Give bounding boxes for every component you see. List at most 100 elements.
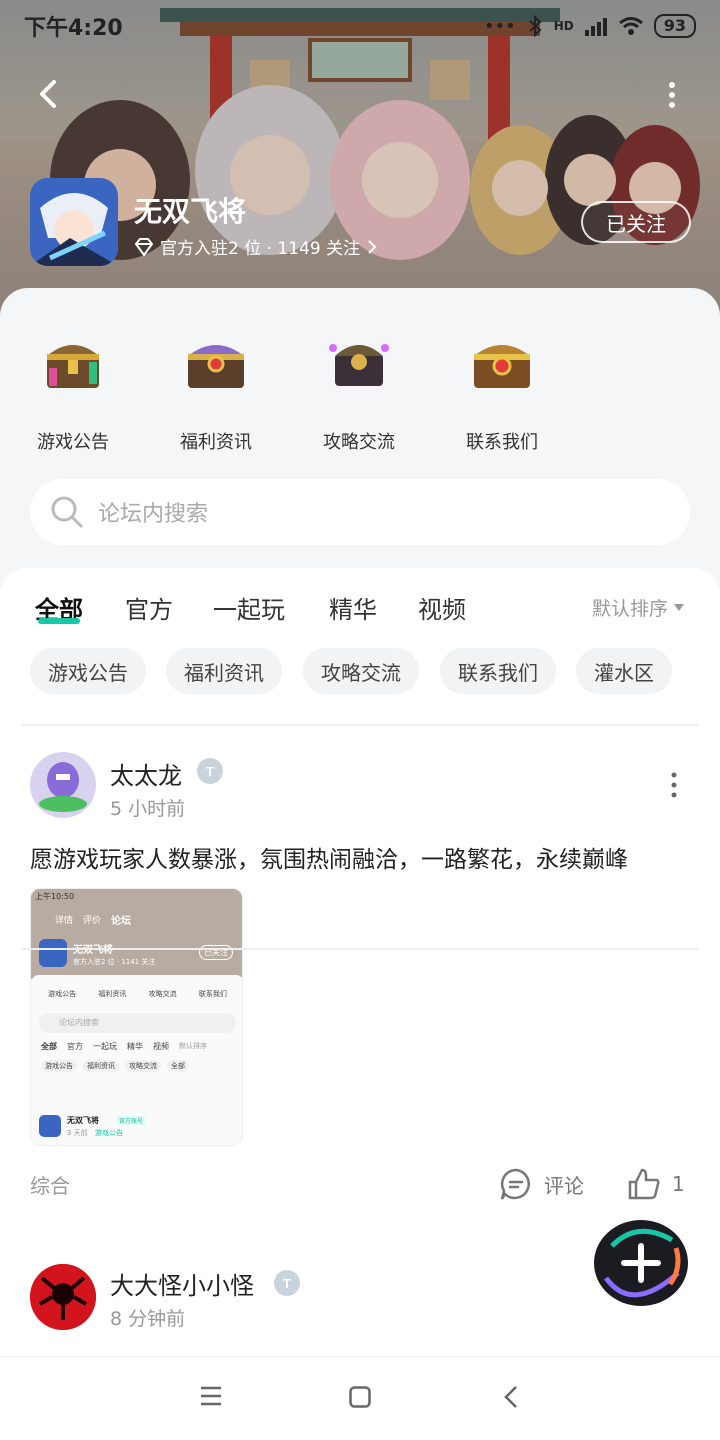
battery-indicator: 93 <box>653 14 696 38</box>
mini-tab-detail: 详情 <box>55 916 74 926</box>
mini-chips: 游戏公告 福利资讯 攻略交流 全部 <box>31 1052 242 1072</box>
divider <box>22 724 698 726</box>
mini-feed-tabs: 全部 官方 一起玩 精华 视频 默认排序 <box>31 1033 242 1052</box>
svg-text:T: T <box>206 764 214 779</box>
status-icons: ••• HD 93 <box>484 14 696 38</box>
tab-play-together[interactable]: 一起玩 <box>213 590 285 625</box>
mini-cat: 攻略交流 <box>148 990 177 998</box>
tab-official[interactable]: 官方 <box>125 590 173 625</box>
mini-sort: 默认排序 <box>179 1042 207 1050</box>
like-count: 1 <box>672 1172 685 1196</box>
mini-feed-tab: 官方 <box>67 1042 83 1051</box>
mini-cats: 游戏公告 福利资讯 攻略交流 联系我们 <box>31 975 242 999</box>
menu-icon[interactable] <box>200 1386 222 1406</box>
diamond-icon <box>134 237 154 256</box>
mini-feed-tab: 一起玩 <box>93 1042 117 1051</box>
chest-gold-icon <box>47 345 99 388</box>
sort-label: 默认排序 <box>592 598 669 620</box>
mini-chip: 游戏公告 <box>41 1060 77 1072</box>
chest-guide-icon <box>329 344 389 386</box>
avatar[interactable] <box>30 1264 96 1330</box>
status-time: 下午4:20 <box>24 16 123 41</box>
tab-video[interactable]: 视频 <box>418 590 466 625</box>
mini-cat: 福利资讯 <box>98 990 127 998</box>
chip-guide[interactable]: 攻略交流 <box>303 648 419 694</box>
post-footer: 综合 评论 1 <box>0 1164 720 1214</box>
back-nav-icon[interactable] <box>503 1385 519 1409</box>
signal-bars-icon <box>584 18 607 36</box>
avatar-illustration <box>30 752 96 818</box>
wifi-icon <box>618 17 643 35</box>
game-icon[interactable] <box>30 178 118 266</box>
more-options-button[interactable] <box>660 80 684 110</box>
mini-cat: 联系我们 <box>198 990 227 998</box>
post-time: 5 小时前 <box>110 798 186 820</box>
mini-post-tag: 游戏公告 <box>95 1129 123 1137</box>
like-button[interactable]: 1 <box>626 1166 685 1202</box>
post-author[interactable]: 大大怪小小怪 <box>110 1266 254 1301</box>
comment-icon <box>500 1168 530 1200</box>
mini-chip: 全部 <box>167 1060 189 1072</box>
divider <box>22 948 698 950</box>
level-badge-icon: T <box>274 1270 300 1296</box>
post-image[interactable]: 上午10:50 详情 评价 论坛 无双飞将 官方入驻2 位 · 1141 关注 … <box>30 888 243 1146</box>
create-post-button[interactable] <box>592 1218 690 1308</box>
chest-purple-icon <box>188 345 244 388</box>
post-more-icon[interactable] <box>664 770 684 800</box>
post-author[interactable]: 太太龙 <box>110 756 182 791</box>
mini-post-time: 3 天前 <box>67 1129 88 1137</box>
chip-game-notice[interactable]: 游戏公告 <box>30 648 146 694</box>
category-game-notice[interactable]: 游戏公告 <box>18 328 128 454</box>
mini-panel: 游戏公告 福利资讯 攻略交流 联系我们 论坛内搜索 全部 官方 一起玩 精华 视… <box>31 975 242 1145</box>
search-icon <box>51 496 83 528</box>
mini-feed-tab: 精华 <box>127 1042 143 1051</box>
post-time: 8 分钟前 <box>110 1308 186 1330</box>
mini-chip: 攻略交流 <box>125 1060 161 1072</box>
game-meta-text: 官方入驻2 位 · 1149 关注 <box>160 239 361 259</box>
category-label: 联系我们 <box>466 432 538 453</box>
game-title: 无双飞将 <box>134 195 247 228</box>
mini-post-avatar <box>39 1115 61 1137</box>
hydra-avatar-icon <box>30 1264 96 1330</box>
post-text[interactable]: 愿游戏玩家人数暴涨，氛围热闹融洽，一路繁花，永续巅峰 <box>30 840 628 874</box>
thumbs-up-icon <box>628 1168 660 1200</box>
signal-dots-icon: ••• <box>483 15 516 37</box>
status-bar: 下午4:20 ••• HD 93 <box>0 0 720 52</box>
chip-contact[interactable]: 联系我们 <box>440 648 556 694</box>
bluetooth-icon <box>529 15 542 37</box>
search-placeholder: 论坛内搜索 <box>98 502 209 527</box>
mini-status-time: 上午10:50 <box>35 892 75 901</box>
category-guide[interactable]: 攻略交流 <box>304 328 414 454</box>
mini-game-icon <box>39 939 67 967</box>
chip-welfare[interactable]: 福利资讯 <box>166 648 282 694</box>
mini-cat: 游戏公告 <box>48 990 77 998</box>
forum-panel: 游戏公告 福利资讯 攻略交流 联系我们 论坛内搜索 全部 官方 一起玩 精华 视… <box>0 288 720 1356</box>
tab-featured[interactable]: 精华 <box>329 590 377 625</box>
mini-tab-forum: 论坛 <box>111 916 131 927</box>
svg-text:T: T <box>283 1276 291 1291</box>
mini-tab-review: 评价 <box>83 916 102 926</box>
category-chips: 游戏公告 福利资讯 攻略交流 联系我们 灌水区 <box>0 648 720 698</box>
home-icon[interactable] <box>349 1386 371 1408</box>
mini-feed-tab: 全部 <box>41 1042 57 1051</box>
category-contact[interactable]: 联系我们 <box>447 328 557 454</box>
comment-label: 评论 <box>544 1173 584 1198</box>
avatar[interactable] <box>30 752 96 818</box>
chip-water-zone[interactable]: 灌水区 <box>576 648 672 694</box>
back-button[interactable] <box>28 72 72 116</box>
follow-button[interactable]: 已关注 <box>581 201 691 243</box>
mini-post-badge: 官方账号 <box>117 1116 146 1125</box>
comment-button[interactable]: 评论 <box>498 1166 584 1202</box>
system-nav-bar <box>0 1356 720 1440</box>
post-tag[interactable]: 综合 <box>30 1170 70 1199</box>
game-avatar-illustration <box>30 178 118 266</box>
category-welfare[interactable]: 福利资讯 <box>161 328 271 454</box>
feed-tabs: 全部 官方 一起玩 精华 视频 默认排序 <box>0 568 720 644</box>
category-label: 攻略交流 <box>323 432 395 453</box>
category-label: 游戏公告 <box>37 432 109 453</box>
search-input[interactable]: 论坛内搜索 <box>30 479 690 545</box>
sort-dropdown[interactable]: 默认排序 <box>592 594 685 621</box>
mini-meta: 官方入驻2 位 · 1141 关注 <box>73 958 156 966</box>
level-badge-icon: T <box>197 758 223 784</box>
game-meta[interactable]: 官方入驻2 位 · 1149 关注 <box>134 234 378 259</box>
